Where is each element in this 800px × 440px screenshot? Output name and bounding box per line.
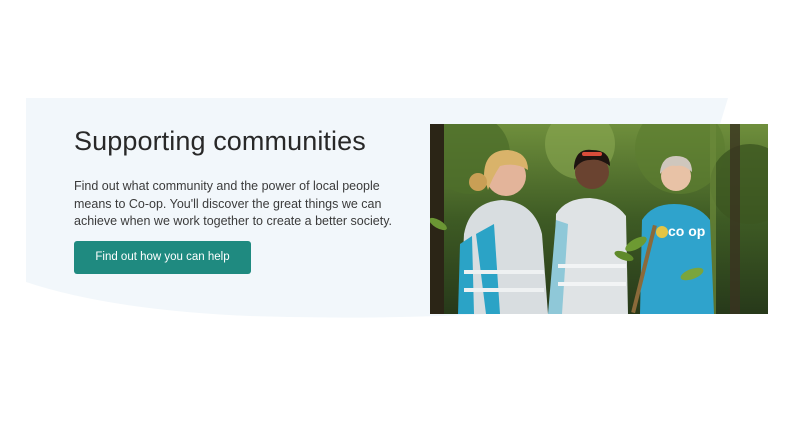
community-section: Supporting communities Find out what com… [0,0,800,440]
shirt-logo-text: co op [668,223,705,239]
volunteers-illustration: co op [430,124,768,314]
section-description: Find out what community and the power of… [74,179,392,228]
volunteers-photo: co op [430,124,768,314]
text-column: Supporting communities Find out what com… [74,124,404,274]
find-out-how-you-can-help-button[interactable]: Find out how you can help [74,240,251,274]
section-title: Supporting communities [74,126,366,156]
